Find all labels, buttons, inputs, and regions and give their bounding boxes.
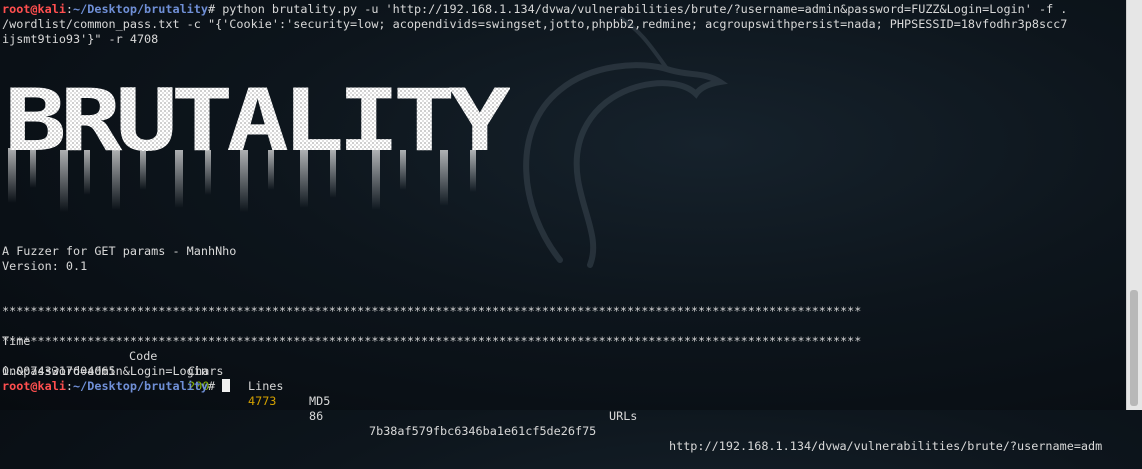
separator-bottom: ****************************************… xyxy=(2,334,862,348)
prompt-separator: : xyxy=(65,379,74,393)
banner-title: BRUTALITY xyxy=(4,78,510,171)
result-md5: 7b38af579fbc6346ba1e61cf5de26f75 xyxy=(369,424,597,438)
command-text-3: ijsmt9tio93'}" -r 4708 xyxy=(2,32,159,46)
scrollbar-thumb[interactable] xyxy=(1130,290,1138,406)
header-lines: Lines xyxy=(248,379,284,393)
result-chars: 4773 xyxy=(248,394,277,408)
header-urls: URLs xyxy=(609,409,638,423)
tool-description: A Fuzzer for GET params - ManhNho xyxy=(2,244,237,258)
header-md5: MD5 xyxy=(309,394,331,408)
brutality-ascii-banner: BRUTALITY xyxy=(4,78,510,212)
prompt-path: ~/Desktop/brutality xyxy=(73,2,208,16)
prompt-user: root@kali xyxy=(2,2,66,16)
prompt-user: root@kali xyxy=(2,379,66,393)
tool-version: Version: 0.1 xyxy=(2,259,88,273)
command-text-2: /wordlist/common_pass.txt -c "{'Cookie':… xyxy=(2,17,1068,31)
result-url-wrap: in&password=admin&Login=Login xyxy=(2,364,208,378)
table-row[interactable]: 0.00743317604065 200 4773 86 7b38af579fb… xyxy=(2,349,1122,453)
prompt-separator: : xyxy=(65,2,74,16)
results-header: Time Code Chars Lines MD5 URLs xyxy=(2,319,1122,423)
input-prompt-line[interactable]: root@kali:~/Desktop/brutality# xyxy=(2,379,231,394)
terminal-window[interactable]: root@kali:~/Desktop/brutality# python br… xyxy=(0,0,1127,453)
text-cursor[interactable] xyxy=(222,379,231,392)
command-line: root@kali:~/Desktop/brutality# python br… xyxy=(2,2,1067,17)
prompt-symbol: # xyxy=(207,379,216,393)
prompt-path: ~/Desktop/brutality xyxy=(73,379,208,393)
result-lines: 86 xyxy=(309,409,324,423)
result-url: http://192.168.1.134/dvwa/vulnerabilitie… xyxy=(669,439,1103,453)
separator-top: ****************************************… xyxy=(2,304,862,318)
vertical-scrollbar[interactable] xyxy=(1126,0,1142,410)
kali-dragon-watermark xyxy=(523,16,728,268)
command-text-1: python brutality.py -u 'http://192.168.1… xyxy=(215,2,1068,16)
